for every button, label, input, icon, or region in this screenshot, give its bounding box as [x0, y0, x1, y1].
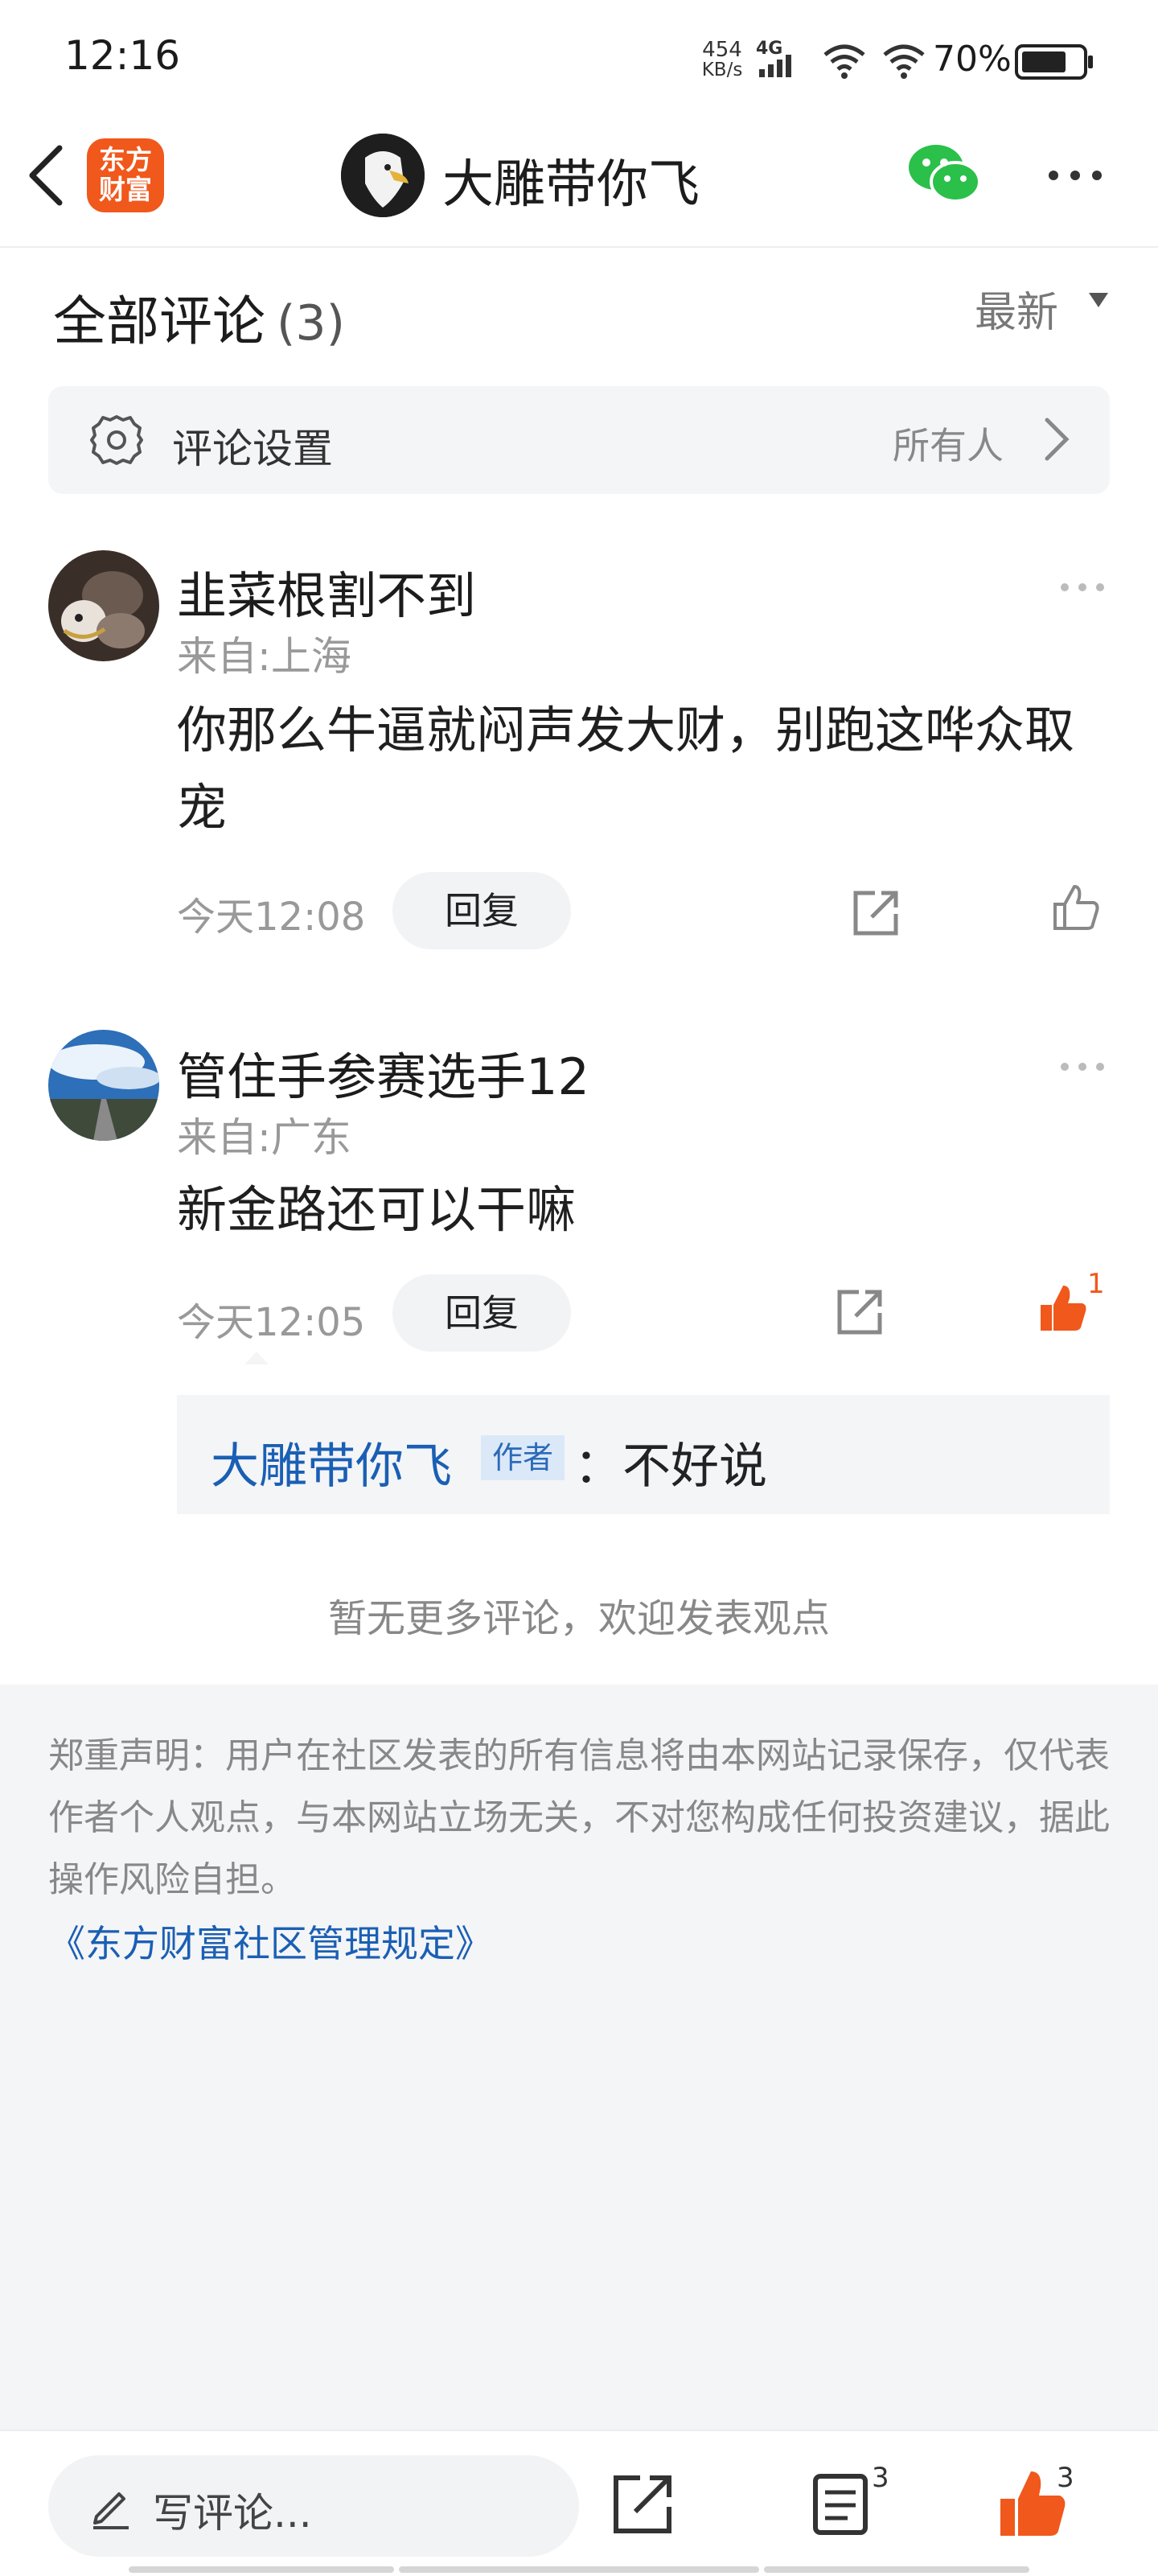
like-count: 1 [1087, 1268, 1105, 1300]
battery-icon [1015, 43, 1095, 80]
comment-location: 来自:上海 [177, 633, 351, 680]
author-reply[interactable]: 大雕带你飞 作者 ：不好说 [177, 1395, 1110, 1514]
comments-count: (3) [277, 295, 345, 352]
network-speed: 454 KB/s [698, 38, 746, 80]
reply-pointer [244, 1352, 269, 1364]
battery-percentage: 70% [933, 39, 1012, 80]
reply-text: ：不好说 [574, 1438, 767, 1495]
comments-heading-label: 全部评论 [53, 290, 265, 352]
share-icon[interactable] [851, 888, 901, 938]
avatar[interactable] [48, 550, 159, 661]
no-more-comments: 暂无更多评论，欢迎发表观点 [327, 1596, 830, 1641]
header-title: 大雕带你飞 [442, 155, 700, 215]
community-rules-link[interactable]: 《东方财富社区管理规定》 [48, 1915, 492, 1968]
comments-heading: 全部评论 (3) [53, 278, 345, 356]
wifi-calling-icon [822, 43, 867, 79]
share-icon[interactable] [835, 1287, 885, 1337]
back-arrow-icon[interactable] [24, 143, 69, 208]
like-icon-active[interactable] [1037, 1282, 1089, 1334]
comment-placeholder: 写评论... [153, 2490, 312, 2537]
comment-settings-row[interactable]: 评论设置 所有人 [48, 386, 1110, 494]
network-speed-value: 454 [702, 38, 742, 62]
comment-item: 韭菜根割不到 来自:上海 你那么牛逼就闷声发大财，别跑这哗众取宠 今天12:08… [0, 531, 1158, 965]
sort-dropdown[interactable]: 最新 [975, 278, 1058, 339]
gear-icon [88, 412, 145, 468]
reply-author[interactable]: 大雕带你飞 [211, 1427, 452, 1497]
nav-gesture-bar [129, 2566, 1029, 2573]
eastmoney-logo[interactable]: 东方 财富 [87, 138, 164, 212]
comment-time: 今天12:05 [177, 1300, 366, 1345]
reply-button[interactable]: 回复 [392, 1274, 571, 1352]
comment-content: 你那么牛逼就闷声发大财，别跑这哗众取宠 [177, 701, 1075, 837]
comment-settings-value: 所有人 [893, 424, 1004, 467]
comment-time: 今天12:08 [177, 895, 366, 940]
wechat-share-icon[interactable] [905, 142, 983, 206]
chevron-right-icon [1039, 414, 1074, 465]
status-time: 12:16 [64, 32, 181, 79]
comment-list-icon[interactable] [812, 2473, 868, 2536]
wifi-icon [881, 43, 926, 79]
comment-username[interactable]: 韭菜根割不到 [177, 555, 476, 628]
like-count-badge: 3 [1057, 2462, 1074, 2494]
logo-line2: 财富 [99, 174, 152, 205]
write-comment-input[interactable]: 写评论... [48, 2455, 579, 2557]
comment-settings-label: 评论设置 [172, 426, 333, 472]
comment-username[interactable]: 管住手参赛选手12 [177, 1036, 589, 1109]
author-badge: 作者 [481, 1435, 565, 1480]
cellular-signal-icon: 4G [756, 39, 806, 79]
comment-location: 来自:广东 [177, 1114, 351, 1161]
header-divider [0, 246, 1158, 248]
comment-more-icon[interactable] [1058, 581, 1107, 594]
disclaimer-text: 郑重声明：用户在社区发表的所有信息将由本网站记录保存，仅代表作者个人观点，与本网… [48, 1735, 1110, 1900]
like-icon[interactable] [1050, 882, 1102, 933]
disclaimer-section: 郑重声明：用户在社区发表的所有信息将由本网站记录保存，仅代表作者个人观点，与本网… [0, 1685, 1158, 2430]
author-avatar[interactable] [341, 134, 425, 217]
caret-down-icon[interactable] [1087, 291, 1110, 309]
comment-content: 新金路还可以干嘛 [177, 1180, 577, 1239]
more-options-icon[interactable] [1045, 167, 1105, 183]
comment-count-badge: 3 [872, 2462, 889, 2494]
reply-button[interactable]: 回复 [392, 872, 571, 949]
network-speed-unit: KB/s [701, 60, 743, 80]
logo-line1: 东方 [99, 144, 152, 175]
network-type: 4G [756, 39, 783, 59]
avatar[interactable] [48, 1030, 159, 1141]
pencil-icon [90, 2484, 132, 2529]
bottom-action-bar: 写评论... 3 3 [0, 2430, 1158, 2576]
comment-more-icon[interactable] [1058, 1060, 1107, 1073]
share-icon[interactable] [611, 2473, 674, 2536]
